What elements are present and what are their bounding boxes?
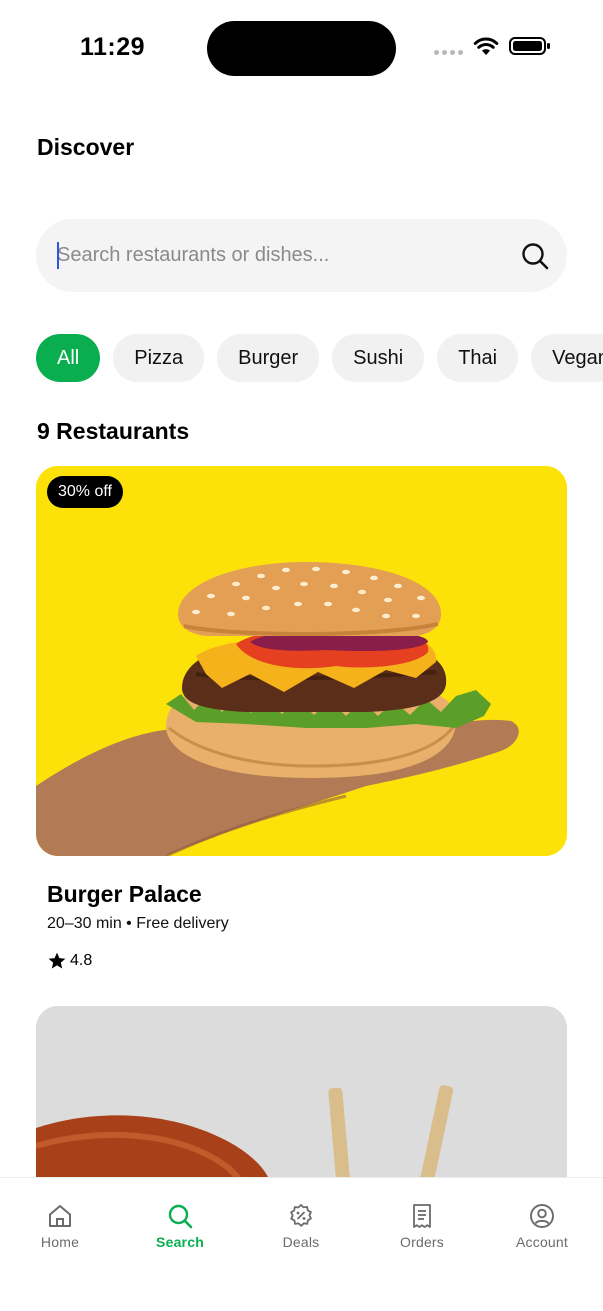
chip-burger[interactable]: Burger [217, 334, 320, 382]
tab-label: Deals [282, 1234, 320, 1250]
chip-all[interactable]: All [36, 334, 101, 382]
tab-label: Orders [400, 1234, 444, 1250]
search-icon [168, 1204, 193, 1229]
chip-sushi[interactable]: Sushi [332, 334, 425, 382]
battery-icon [509, 37, 550, 55]
cellular-signal-icon [434, 49, 463, 55]
tab-account[interactable]: Account [492, 1203, 592, 1250]
receipt-icon [413, 1204, 431, 1228]
search-input[interactable] [36, 219, 567, 292]
tab-search[interactable]: Search [130, 1203, 230, 1250]
discount-badge: 30% off [47, 476, 123, 508]
tab-label: Search [156, 1234, 204, 1250]
chip-pizza[interactable]: Pizza [113, 334, 205, 382]
dynamic-island [207, 21, 396, 76]
tab-orders[interactable]: Orders [372, 1203, 472, 1250]
status-bar: 11:29 [0, 0, 603, 96]
tab-home[interactable]: Home [10, 1203, 110, 1250]
restaurant-rating: 4.8 [47, 951, 92, 971]
home-icon [49, 1205, 71, 1227]
rating-value: 4.8 [70, 952, 93, 969]
results-count-heading: 9 Restaurants [37, 418, 190, 444]
bottom-tab-bar: Home Search Deals Orders Account [0, 1177, 603, 1311]
deals-icon [290, 1204, 312, 1227]
chip-thai[interactable]: Thai [437, 334, 519, 382]
page-title: Discover [37, 134, 135, 160]
search-icon[interactable] [520, 241, 550, 271]
chip-vegan[interactable]: Vegan [531, 334, 603, 382]
status-time: 11:29 [80, 33, 146, 61]
text-cursor [57, 242, 59, 269]
search-bar[interactable] [36, 219, 567, 292]
restaurant-name[interactable]: Burger Palace [47, 881, 202, 908]
status-icons [434, 36, 551, 56]
star-icon [48, 952, 66, 969]
restaurant-card-image[interactable]: 30% off [36, 466, 567, 856]
tab-label: Home [40, 1234, 80, 1250]
burger-photo [36, 466, 567, 856]
tab-label: Account [516, 1234, 568, 1250]
restaurant-card-image[interactable] [36, 1006, 567, 1206]
restaurant-meta: 20–30 min • Free delivery [47, 915, 229, 932]
account-icon [530, 1204, 554, 1228]
wifi-icon [473, 37, 499, 55]
category-chips: All Pizza Burger Sushi Thai Vegan [36, 334, 603, 382]
tab-deals[interactable]: Deals [251, 1203, 351, 1250]
sushi-photo [36, 1006, 567, 1206]
